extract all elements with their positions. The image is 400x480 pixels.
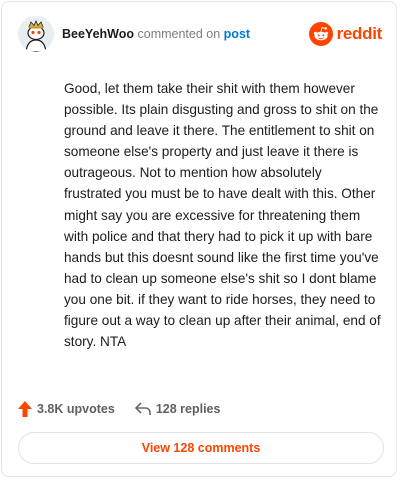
author-name[interactable]: BeeYehWoo [62, 27, 134, 41]
avatar[interactable] [18, 16, 54, 52]
upvote-count: 3.8K upvotes [37, 402, 115, 416]
reply-count: 128 replies [155, 402, 221, 416]
upvote-button[interactable]: 3.8K upvotes [18, 401, 115, 417]
commented-on-text: commented on [137, 27, 221, 41]
reddit-logo-text: reddit [336, 24, 383, 43]
upvote-arrow-icon [18, 401, 32, 417]
comment-footer: 3.8K upvotes 128 replies [18, 398, 240, 420]
comment-header: BeeYehWoo commented on post reddit [18, 16, 382, 52]
replies-button[interactable]: 128 replies [135, 402, 221, 416]
comment-card: BeeYehWoo commented on post reddit Good,… [1, 1, 397, 477]
avatar-icon [18, 16, 54, 52]
comment-body: Good, let them take their shit with them… [64, 81, 381, 350]
reddit-logo[interactable]: reddit [308, 20, 383, 48]
view-comments-button[interactable]: View 128 comments [18, 432, 384, 464]
reddit-logo-icon [308, 22, 333, 46]
reply-arrow-icon [135, 402, 151, 415]
author-line: BeeYehWoo commented on post [62, 27, 250, 41]
post-link[interactable]: post [224, 27, 250, 41]
